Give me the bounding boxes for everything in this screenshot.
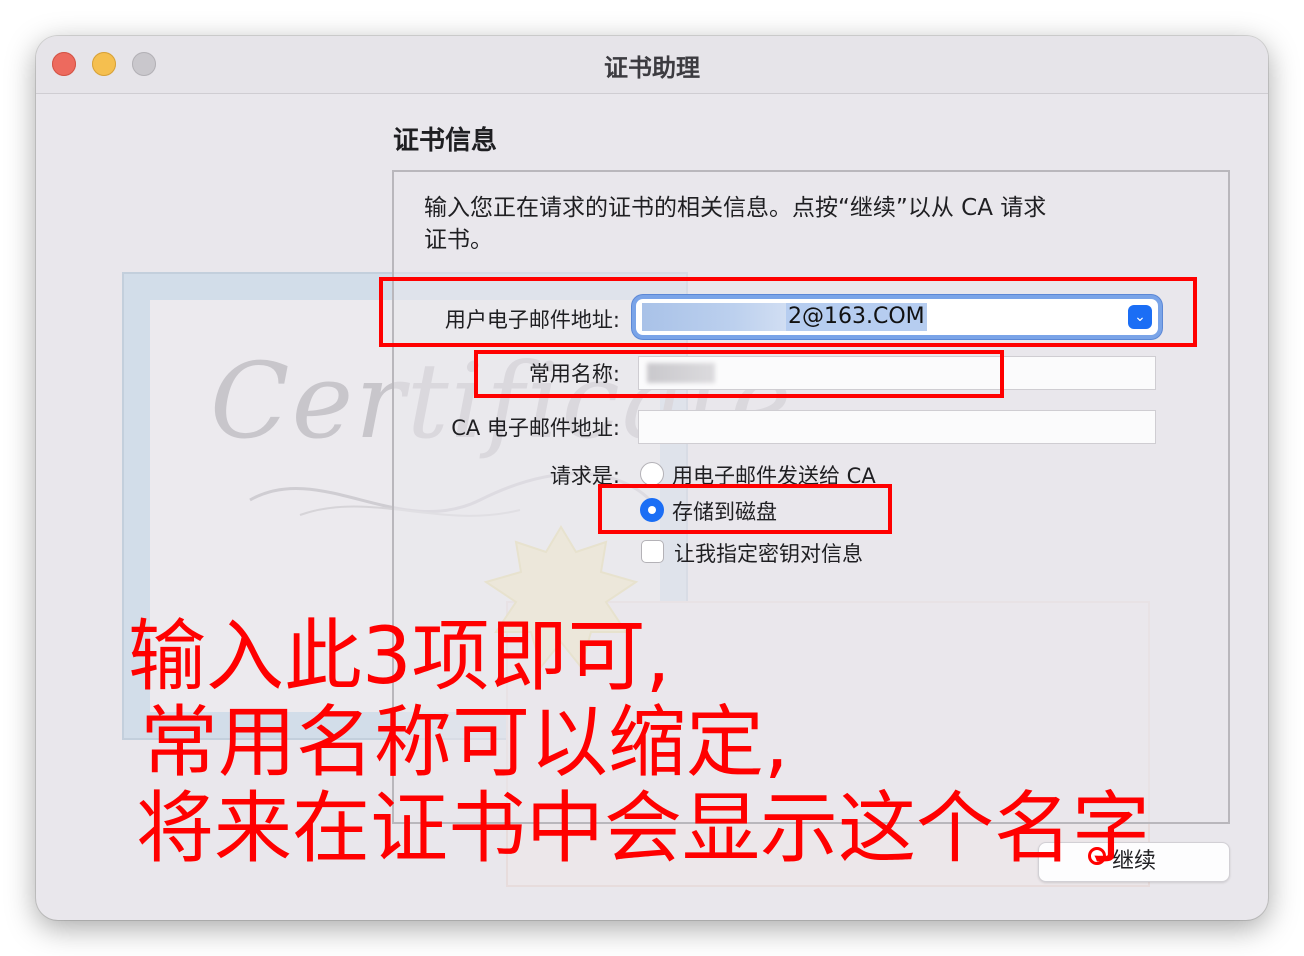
annotation-line-3: 将来在证书中会显示这个名字 — [136, 784, 1151, 874]
title-bar: 证书助理 — [36, 36, 1268, 94]
annotation-line-2: 常用名称可以缩定, — [140, 698, 789, 788]
ca-email-input[interactable] — [638, 410, 1156, 444]
annotation-line-1: 输入此3项即可, — [128, 612, 671, 702]
specify-key-pair-label[interactable]: 让我指定密钥对信息 — [674, 538, 863, 568]
email-to-ca-radio[interactable] — [640, 462, 664, 486]
certificate-assistant-window: 证书助理 Certificate 证书信息 输入您正在请求的证书的相关信息。点按… — [36, 36, 1268, 920]
annotation-box-common-name — [474, 350, 1004, 398]
description-line-1: 输入您正在请求的证书的相关信息。点按“继续”以从 CA 请求 — [424, 195, 1047, 221]
section-heading: 证书信息 — [393, 126, 498, 156]
window-title: 证书助理 — [604, 54, 700, 82]
annotation-box-email — [379, 277, 1197, 347]
ca-email-label: CA 电子邮件地址: — [451, 416, 620, 440]
description-line-2: 证书。 — [424, 227, 493, 253]
annotation-box-save-disk — [598, 484, 892, 534]
specify-key-pair-checkbox[interactable] — [641, 540, 664, 563]
description-text: 输入您正在请求的证书的相关信息。点按“继续”以从 CA 请求 证书。 — [424, 192, 1144, 256]
